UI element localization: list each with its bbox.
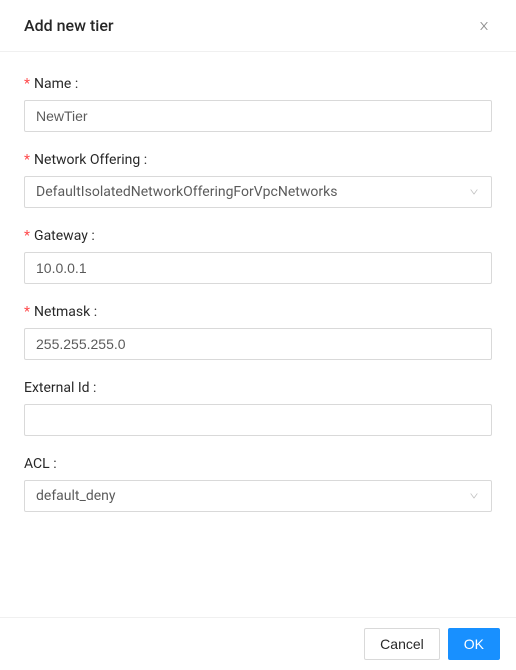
network-offering-select[interactable]: DefaultIsolatedNetworkOfferingForVpcNetw… <box>24 176 492 208</box>
form-item-network-offering: *Network Offering : DefaultIsolatedNetwo… <box>24 152 492 208</box>
acl-select[interactable]: default_deny <box>24 480 492 512</box>
ok-button[interactable]: OK <box>448 628 500 660</box>
external-id-input[interactable] <box>24 404 492 436</box>
required-mark: * <box>24 228 30 244</box>
required-mark: * <box>24 152 30 168</box>
acl-value: default_deny <box>36 481 461 511</box>
chevron-down-icon <box>468 186 480 198</box>
name-label: *Name : <box>24 76 492 92</box>
form-item-external-id: External Id : <box>24 380 492 436</box>
name-input[interactable] <box>24 100 492 132</box>
required-mark: * <box>24 76 30 92</box>
modal-footer: Cancel OK <box>0 617 516 670</box>
chevron-down-icon <box>468 490 480 502</box>
gateway-input[interactable] <box>24 252 492 284</box>
acl-label: ACL : <box>24 456 492 472</box>
add-tier-modal: Add new tier *Name : *Network Offering :… <box>0 0 516 670</box>
modal-title: Add new tier <box>24 16 114 35</box>
netmask-label: *Netmask : <box>24 304 492 320</box>
network-offering-value: DefaultIsolatedNetworkOfferingForVpcNetw… <box>36 177 461 207</box>
external-id-label: External Id : <box>24 380 492 396</box>
close-icon[interactable] <box>476 18 492 34</box>
network-offering-label: *Network Offering : <box>24 152 492 168</box>
form-item-acl: ACL : default_deny <box>24 456 492 512</box>
form-item-gateway: *Gateway : <box>24 228 492 284</box>
modal-header: Add new tier <box>0 0 516 52</box>
modal-body: *Name : *Network Offering : DefaultIsola… <box>0 52 516 617</box>
cancel-button[interactable]: Cancel <box>364 628 440 660</box>
required-mark: * <box>24 304 30 320</box>
form-item-name: *Name : <box>24 76 492 132</box>
form-item-netmask: *Netmask : <box>24 304 492 360</box>
gateway-label: *Gateway : <box>24 228 492 244</box>
netmask-input[interactable] <box>24 328 492 360</box>
